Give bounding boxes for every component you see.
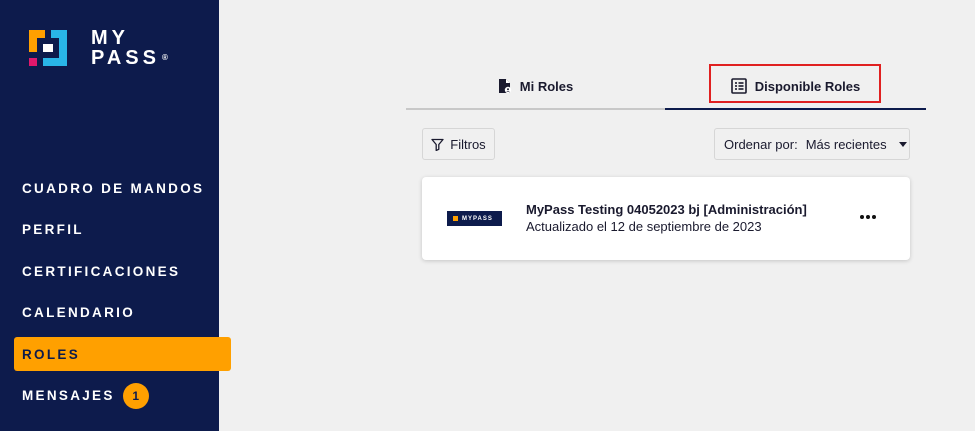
filters-button[interactable]: Filtros [422, 128, 495, 160]
sidebar-item-label: CALENDARIO [22, 305, 135, 321]
chevron-down-icon [898, 141, 907, 147]
sidebar-item-label: CERTIFICACIONES [22, 263, 181, 279]
sidebar-item-calendario[interactable]: CALENDARIO [14, 296, 231, 330]
tab-mi-roles-label: Mi Roles [519, 78, 574, 94]
sidebar: MY PASS ® CUADRO DE MANDOS PERFIL CERTIFI… [0, 0, 231, 431]
highlight-box [709, 64, 881, 103]
more-options-icon[interactable] [858, 213, 878, 221]
sidebar-item-cuadro-de-mandos[interactable]: CUADRO DE MANDOS [14, 171, 231, 205]
brand-line1: MY [91, 27, 129, 49]
sort-value: Más recientes [805, 136, 887, 152]
logo-square-icon [453, 216, 458, 221]
sidebar-item-certificaciones[interactable]: CERTIFICACIONES [14, 254, 231, 288]
sidebar-item-label: ROLES [22, 346, 81, 362]
user-document-icon [498, 79, 511, 94]
dot [860, 215, 864, 219]
sidebar-item-perfil[interactable]: PERFIL [14, 213, 231, 247]
sidebar-item-label: PERFIL [22, 222, 84, 238]
unread-count-badge: 1 [122, 382, 149, 409]
mypass-logo-mark-icon [29, 30, 67, 66]
roles-tabs: Mi Roles Disponible Roles [406, 64, 926, 111]
tab-mi-roles[interactable]: Mi Roles [406, 64, 665, 110]
brand-reg: ® [161, 53, 168, 62]
role-card-updated: Actualizado el 12 de septiembre de 2023 [526, 219, 762, 234]
mypass-wordmark: MY PASS ® [91, 28, 168, 68]
sidebar-item-roles[interactable]: ROLES [14, 337, 231, 372]
filters-label: Filtros [450, 136, 486, 152]
dot [872, 215, 876, 219]
sidebar-item-mensajes[interactable]: MENSAJES 1 [14, 379, 231, 413]
sidebar-nav: CUADRO DE MANDOS PERFIL CERTIFICACIONES … [14, 171, 231, 421]
mypass-logo[interactable]: MY PASS ® [29, 28, 179, 70]
role-card-logo: MYPASS [447, 211, 502, 226]
role-card-logo-text: MYPASS [462, 215, 493, 222]
filter-icon [431, 138, 444, 151]
sidebar-item-label: CUADRO DE MANDOS [22, 180, 205, 196]
role-card[interactable]: MYPASS MyPass Testing 04052023 bj [Admin… [422, 177, 910, 260]
role-card-title[interactable]: MyPass Testing 04052023 bj [Administraci… [526, 202, 807, 217]
sort-dropdown[interactable]: Ordenar por: Más recientes [714, 128, 910, 160]
sidebar-item-label: MENSAJES [22, 388, 115, 404]
dot [866, 215, 870, 219]
sort-label: Ordenar por: [724, 136, 798, 152]
brand-line2: PASS [91, 47, 160, 69]
